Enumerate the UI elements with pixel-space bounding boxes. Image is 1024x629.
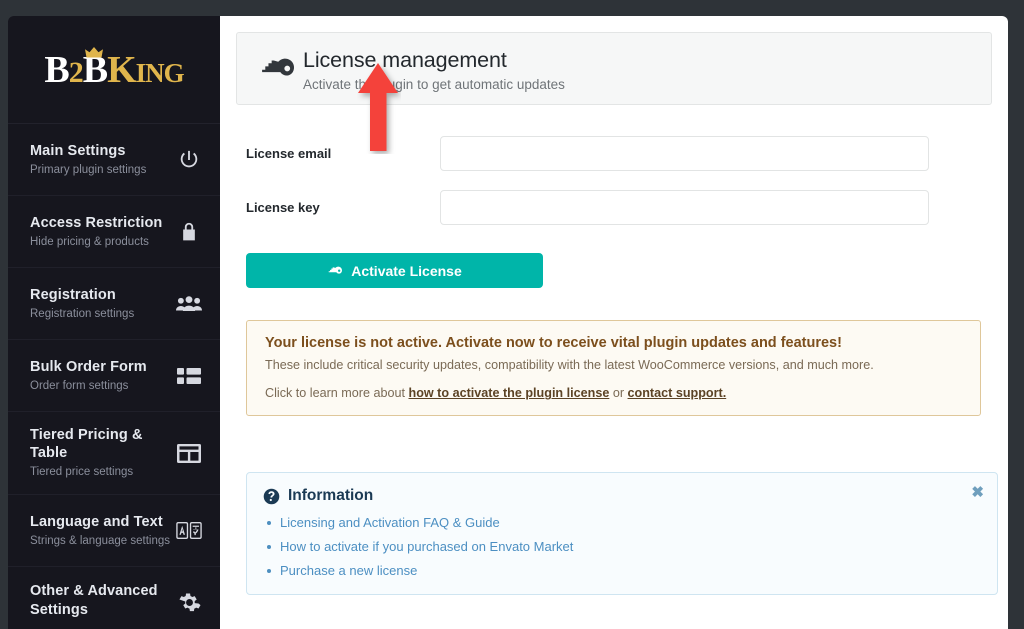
key-icon xyxy=(253,47,299,86)
license-email-row: License email xyxy=(246,136,992,171)
license-inactive-notice: Your license is not active. Activate now… xyxy=(246,320,981,417)
activate-license-label: Activate License xyxy=(351,262,462,279)
sidebar: B2BKING Main Settings Primary plugin set… xyxy=(8,16,220,629)
sidebar-item-title: Access Restriction xyxy=(30,214,163,231)
sidebar-item-title: Registration xyxy=(30,286,116,303)
how-to-activate-link[interactable]: how to activate the plugin license xyxy=(409,386,610,400)
information-header: Information xyxy=(263,487,981,505)
sidebar-item-title: Language and Text xyxy=(30,513,163,530)
license-email-input[interactable] xyxy=(440,136,929,171)
activate-license-button[interactable]: Activate License xyxy=(246,253,543,288)
question-circle-icon xyxy=(263,488,280,505)
notice-body: These include critical security updates,… xyxy=(265,357,874,372)
sidebar-item-subtitle: Primary plugin settings xyxy=(30,163,147,176)
key-icon xyxy=(328,266,343,274)
sidebar-item-access-restriction[interactable]: Access Restriction Hide pricing & produc… xyxy=(8,196,220,268)
notice-links-row: Click to learn more about how to activat… xyxy=(265,386,964,400)
list-item: Purchase a new license xyxy=(263,563,981,578)
list-item: How to activate if you purchased on Enva… xyxy=(263,539,981,554)
license-key-input[interactable] xyxy=(440,190,929,225)
logo-king-rest: ING xyxy=(135,57,185,88)
list-grid-icon xyxy=(176,363,202,389)
license-key-label: License key xyxy=(246,200,320,215)
lock-icon xyxy=(176,219,202,245)
license-form: License email License key Activate Licen… xyxy=(236,105,998,596)
page-header-banner: License management Activate the plugin t… xyxy=(236,32,992,105)
information-box: Information ✖ Licensing and Activation F… xyxy=(246,472,998,596)
translate-icon xyxy=(176,518,202,544)
contact-support-link[interactable]: contact support. xyxy=(628,386,727,400)
sidebar-item-title: Bulk Order Form xyxy=(30,358,147,375)
brand-logo[interactable]: B2BKING xyxy=(8,16,220,124)
notice-heading: Your license is not active. Activate now… xyxy=(265,335,842,351)
power-icon xyxy=(176,147,202,173)
list-item: Licensing and Activation FAQ & Guide xyxy=(263,515,981,530)
information-title: Information xyxy=(288,487,374,505)
sidebar-item-subtitle: Order form settings xyxy=(30,379,129,392)
main-content-panel: License management Activate the plugin t… xyxy=(220,16,1008,629)
sidebar-item-title: Tiered Pricing & Table xyxy=(30,427,143,462)
logo-two: 2 xyxy=(68,55,84,89)
page-title: License management xyxy=(303,48,507,72)
table-icon xyxy=(176,440,202,466)
logo-b1: B xyxy=(44,48,69,91)
sidebar-item-subtitle: Tiered price settings xyxy=(30,466,134,479)
sidebar-item-tiered-pricing[interactable]: Tiered Pricing & Table Tiered price sett… xyxy=(8,412,220,496)
notice-links-prefix: Click to learn more about xyxy=(265,386,409,401)
info-link-purchase-license[interactable]: Purchase a new license xyxy=(280,563,417,578)
sidebar-item-title: Main Settings xyxy=(30,142,126,159)
close-icon[interactable]: ✖ xyxy=(971,485,984,500)
sidebar-item-registration[interactable]: Registration Registration settings xyxy=(8,268,220,340)
sidebar-item-main-settings[interactable]: Main Settings Primary plugin settings xyxy=(8,124,220,196)
logo-king-k: K xyxy=(107,48,137,91)
page-subtitle: Activate the plugin to get automatic upd… xyxy=(303,76,565,92)
crown-icon xyxy=(85,46,104,57)
info-link-envato-market[interactable]: How to activate if you purchased on Enva… xyxy=(280,539,573,554)
information-links-list: Licensing and Activation FAQ & Guide How… xyxy=(263,515,981,578)
sidebar-item-subtitle: Registration settings xyxy=(30,307,135,320)
gear-icon xyxy=(176,590,202,616)
sidebar-item-subtitle: Hide pricing & products xyxy=(30,235,149,248)
notice-links-middle: or xyxy=(609,386,628,401)
info-link-faq-guide[interactable]: Licensing and Activation FAQ & Guide xyxy=(280,515,500,530)
license-key-row: License key xyxy=(246,190,992,225)
sidebar-item-language-and-text[interactable]: Language and Text Strings & language set… xyxy=(8,495,220,568)
sidebar-item-other-advanced-settings[interactable]: Other & Advanced Settings xyxy=(8,567,220,629)
sidebar-item-bulk-order-form[interactable]: Bulk Order Form Order form settings xyxy=(8,340,220,412)
license-email-label: License email xyxy=(246,146,332,161)
users-icon xyxy=(176,291,202,317)
sidebar-item-title: Other & Advanced Settings xyxy=(30,583,158,618)
sidebar-item-subtitle: Strings & language settings xyxy=(30,534,171,547)
